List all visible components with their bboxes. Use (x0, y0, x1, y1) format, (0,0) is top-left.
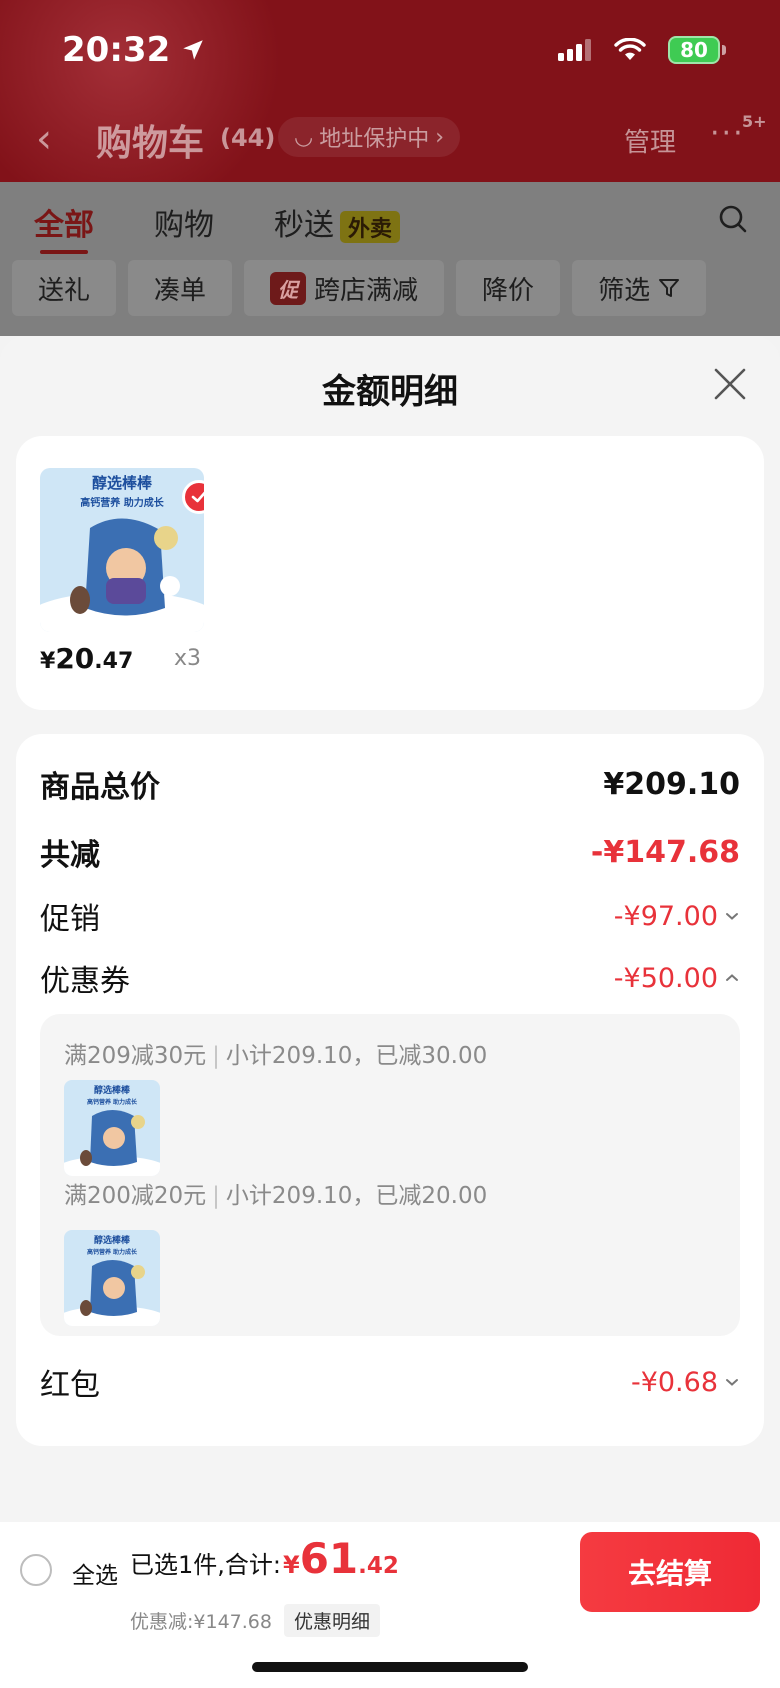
price-decimal: .47 (94, 649, 134, 674)
select-all-checkbox[interactable] (20, 1554, 52, 1586)
cart-tabs-area: 全部 购物 秒送 外卖 送礼 凑单 促 跨店满减 降价 筛选 (0, 182, 780, 336)
discount-detail-button[interactable]: 优惠明细 (283, 1604, 380, 1637)
price-symbol: ¥ (40, 649, 56, 674)
chip-cross-store-discount[interactable]: 促 跨店满减 (244, 260, 445, 316)
clock-text: 20:32 (62, 30, 171, 70)
coupon-product-slogan-1: 高钙营养 助力成长 (87, 1098, 138, 1106)
coupon-label: 优惠券 (40, 964, 130, 999)
product-card: 醇选棒棒 高钙营养 助力成长 ¥20.47 x3 (16, 436, 764, 710)
home-indicator (252, 1662, 528, 1672)
select-all-label[interactable]: 全选 (72, 1556, 118, 1590)
message-badge: 5+ (742, 112, 767, 131)
tab-shopping[interactable]: 购物 (154, 200, 214, 244)
coupon-product-brand-2: 醇选棒棒 (94, 1234, 131, 1246)
close-icon[interactable] (712, 366, 748, 402)
address-protect-button[interactable]: ◡ 地址保护中 › (278, 117, 461, 157)
product-brand-text: 醇选棒棒 (92, 474, 153, 492)
coupon-subtotal-2: 小计209.10，已减20.00 (225, 1183, 488, 1209)
address-protect-label: 地址保护中 (319, 127, 430, 152)
coupon-detail-1: 满209减30元 | 小计209.10，已减30.00 (64, 1043, 488, 1069)
red-packet-value-group: -¥0.68 (631, 1367, 740, 1398)
tab-all[interactable]: 全部 (34, 200, 94, 254)
checkout-bar: 全选 已选1件,合计: ¥ 61 .42 优惠减:¥147.68 优惠明细 去结… (0, 1522, 780, 1688)
smile-icon: ◡ (294, 124, 314, 150)
back-icon[interactable]: ‹ (36, 116, 52, 162)
page-title: 购物车 (96, 123, 205, 164)
promotion-label: 促销 (40, 902, 100, 937)
chip-filter-label: 筛选 (598, 275, 651, 306)
wifi-icon (614, 38, 646, 60)
more-icon[interactable]: ··· (710, 116, 745, 151)
cart-navbar: ‹ 购物车 (44) ◡ 地址保护中 › 管理 ··· 5+ (0, 108, 780, 172)
coupon-product-slogan-2: 高钙营养 助力成长 (87, 1248, 138, 1256)
promotion-value-group: -¥97.00 (614, 901, 740, 932)
amount-detail-sheet: 金额明细 醇选棒棒 高钙营养 助力成长 ¥20.47 x3 商品总价 ¥209.… (0, 336, 780, 1688)
total-reduce-row: 共减 -¥147.68 (40, 830, 740, 874)
chevron-up-icon[interactable] (724, 970, 740, 986)
total-reduce-value: -¥147.68 (590, 834, 740, 870)
chip-price-drop[interactable]: 降价 (456, 260, 561, 316)
battery-indicator: 80 (668, 36, 726, 64)
selected-summary: 已选1件,合计: (130, 1551, 281, 1579)
tab-instant-delivery-label: 秒送 (274, 208, 334, 243)
total-summary: 已选1件,合计: ¥ 61 .42 (130, 1534, 399, 1583)
status-time: 20:32 (62, 30, 206, 70)
search-icon[interactable] (718, 204, 748, 234)
chevron-right-icon: › (435, 124, 445, 150)
total-integer: 61 (299, 1534, 359, 1583)
tab-instant-delivery[interactable]: 秒送 外卖 (274, 200, 401, 244)
amount-breakdown-card: 商品总价 ¥209.10 共减 -¥147.68 促销 -¥97.00 优惠券 … (16, 734, 764, 1446)
coupon-detail-panel: 满209减30元 | 小计209.10，已减30.00 醇选棒棒 高钙营养 助力成长… (40, 1014, 740, 1336)
coupon-detail-2: 满200减20元 | 小计209.10，已减20.00 (64, 1183, 488, 1209)
manage-button[interactable]: 管理 (624, 122, 676, 159)
total-reduce-label: 共减 (40, 838, 100, 873)
product-price: ¥20.47 (40, 642, 133, 675)
takeaway-badge: 外卖 (340, 210, 401, 243)
filter-funnel-icon (659, 279, 680, 297)
red-packet-row[interactable]: 红包 -¥0.68 (40, 1360, 740, 1404)
chip-filter[interactable]: 筛选 (572, 260, 707, 316)
coupon-value: -¥50.00 (613, 962, 718, 994)
promotion-value: -¥97.00 (613, 900, 718, 932)
sheet-title: 金额明细 (322, 372, 458, 412)
cart-count: (44) (220, 124, 276, 152)
cellular-signal-icon (558, 39, 591, 61)
chip-combine-order[interactable]: 凑单 (128, 260, 233, 316)
promotion-row[interactable]: 促销 -¥97.00 (40, 894, 740, 938)
price-integer: 20 (55, 642, 95, 675)
product-quantity: x3 (174, 646, 202, 671)
product-image[interactable]: 醇选棒棒 高钙营养 助力成长 (40, 468, 204, 632)
total-symbol: ¥ (282, 1551, 300, 1579)
coupon-product-image-2[interactable]: 醇选棒棒 高钙营养 助力成长 (64, 1230, 160, 1326)
total-decimal: .42 (358, 1553, 399, 1579)
discount-line: 优惠减:¥147.68 优惠明细 (130, 1604, 380, 1637)
coupon-row[interactable]: 优惠券 -¥50.00 (40, 956, 740, 1000)
coupon-product-image-1[interactable]: 醇选棒棒 高钙营养 助力成长 (64, 1080, 160, 1176)
coupon-rule-1: 满209减30元 (64, 1043, 207, 1069)
chip-gift[interactable]: 送礼 (12, 260, 117, 316)
chip-cross-store-label: 跨店满减 (314, 275, 419, 306)
chevron-down-icon[interactable] (724, 908, 740, 924)
goods-total-value: ¥209.10 (603, 766, 740, 802)
coupon-value-group: -¥50.00 (614, 963, 740, 994)
coupon-subtotal-1: 小计209.10，已减30.00 (225, 1043, 488, 1069)
discount-amount: 优惠减:¥147.68 (130, 1611, 272, 1633)
coupon-product-brand-1: 醇选棒棒 (94, 1084, 131, 1096)
coupon-rule-2: 满200减20元 (64, 1183, 207, 1209)
red-packet-label: 红包 (40, 1368, 100, 1403)
status-bar: 20:32 80 (0, 0, 780, 104)
goods-total-label: 商品总价 (40, 770, 160, 805)
product-slogan-text: 高钙营养 助力成长 (80, 496, 164, 509)
battery-level: 80 (668, 36, 720, 64)
goods-total-row: 商品总价 ¥209.10 (40, 762, 740, 806)
checkout-button[interactable]: 去结算 (580, 1532, 760, 1612)
red-packet-value: -¥0.68 (630, 1366, 718, 1398)
promo-tag: 促 (270, 271, 307, 305)
chevron-down-icon[interactable] (724, 1374, 740, 1390)
location-arrow-icon (183, 40, 203, 60)
